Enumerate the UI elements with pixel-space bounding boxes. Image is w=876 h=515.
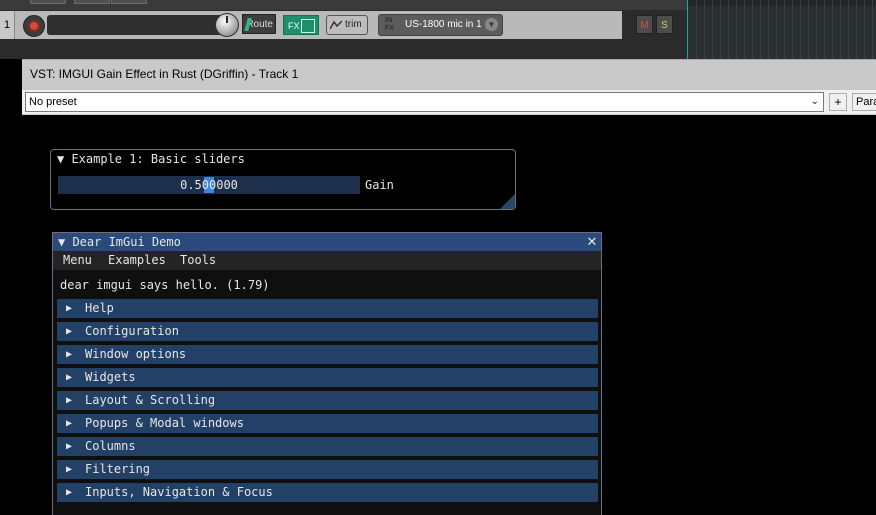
section-popups-modal[interactable]: ▶ Popups & Modal windows xyxy=(57,414,598,433)
section-label: Help xyxy=(85,301,114,315)
section-label: Configuration xyxy=(85,324,179,338)
triangle-right-icon: ▶ xyxy=(66,395,73,406)
fx-button[interactable]: FX xyxy=(283,15,319,35)
close-icon[interactable]: ✕ xyxy=(584,233,600,251)
triangle-right-icon: ▶ xyxy=(66,487,73,498)
section-label: Layout & Scrolling xyxy=(85,393,216,407)
resize-grip[interactable] xyxy=(500,194,515,209)
automation-mode-button[interactable]: trim xyxy=(326,15,368,35)
triangle-right-icon: ▶ xyxy=(66,441,73,452)
volume-knob[interactable] xyxy=(215,13,239,37)
param-button[interactable]: Param xyxy=(852,93,876,111)
plugin-window-title: VST: IMGUI Gain Effect in Rust (DGriffin… xyxy=(30,67,299,81)
section-filtering[interactable]: ▶ Filtering xyxy=(57,460,598,479)
mute-button[interactable]: M xyxy=(636,15,653,34)
record-arm-button[interactable] xyxy=(23,15,45,37)
solo-button[interactable]: S xyxy=(656,15,673,34)
menu-tools[interactable]: Tools xyxy=(180,251,216,270)
section-label: Filtering xyxy=(85,462,151,476)
section-label: Widgets xyxy=(85,370,136,384)
menu-menu[interactable]: Menu xyxy=(63,251,92,270)
arrange-view[interactable] xyxy=(687,0,876,59)
input-fx-label: IN FX xyxy=(385,17,394,32)
track-name-field[interactable] xyxy=(47,15,235,35)
chevron-down-icon: ▼ xyxy=(485,18,498,31)
section-inputs-navigation[interactable]: ▶ Inputs, Navigation & Focus xyxy=(57,483,598,502)
track-strip-top-edge xyxy=(0,0,687,10)
example1-title[interactable]: ▼ Example 1: Basic sliders xyxy=(57,151,245,168)
triangle-right-icon: ▶ xyxy=(66,464,73,475)
triangle-right-icon: ▶ xyxy=(66,303,73,314)
section-widgets[interactable]: ▶ Widgets xyxy=(57,368,598,387)
section-layout-scrolling[interactable]: ▶ Layout & Scrolling xyxy=(57,391,598,410)
preset-add-button[interactable]: + xyxy=(829,93,847,111)
gain-slider-label: Gain xyxy=(365,178,394,192)
section-label: Popups & Modal windows xyxy=(85,416,244,430)
preset-dropdown[interactable]: No preset ⌄ xyxy=(25,92,824,112)
menu-examples[interactable]: Examples xyxy=(108,251,166,270)
triangle-right-icon: ▶ xyxy=(66,418,73,429)
section-label: Inputs, Navigation & Focus xyxy=(85,485,273,499)
trim-label: trim xyxy=(345,19,362,30)
input-label: US-1800 mic in 1 xyxy=(405,19,482,30)
section-configuration[interactable]: ▶ Configuration xyxy=(57,322,598,341)
record-icon xyxy=(28,20,40,32)
section-label: Window options xyxy=(85,347,187,361)
section-help[interactable]: ▶ Help xyxy=(57,299,598,318)
triangle-right-icon: ▶ xyxy=(66,349,73,360)
demo-window-title[interactable]: ▼ Dear ImGui Demo xyxy=(58,233,181,251)
section-label: Columns xyxy=(85,439,136,453)
fx-label: FX xyxy=(288,21,300,31)
fx-bypass-icon xyxy=(301,19,315,33)
gain-slider-value: 0.500000 xyxy=(180,178,238,192)
section-window-options[interactable]: ▶ Window options xyxy=(57,345,598,364)
envelope-icon xyxy=(330,20,342,30)
input-select[interactable]: IN FX US-1800 mic in 1 ▼ xyxy=(378,14,503,36)
hello-text: dear imgui says hello. (1.79) xyxy=(60,278,270,292)
triangle-right-icon: ▶ xyxy=(66,326,73,337)
preset-value: No preset xyxy=(29,96,77,108)
section-columns[interactable]: ▶ Columns xyxy=(57,437,598,456)
chevron-down-icon: ⌄ xyxy=(810,96,819,107)
route-button[interactable]: Route xyxy=(242,14,276,34)
triangle-right-icon: ▶ xyxy=(66,372,73,383)
track-number[interactable]: 1 xyxy=(0,11,15,39)
